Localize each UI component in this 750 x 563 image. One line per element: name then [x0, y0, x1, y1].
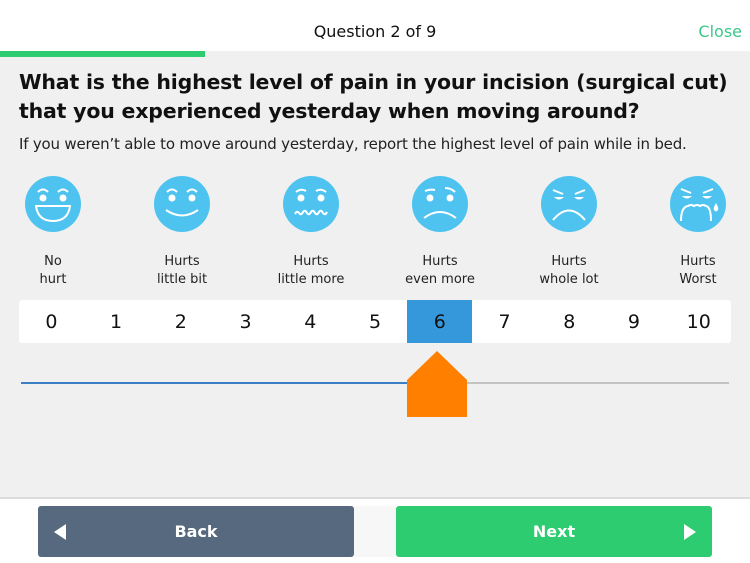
scale-option-1[interactable]: 1 [84, 300, 149, 343]
footer: Back Next [0, 497, 750, 563]
face-option-0: No hurt [0, 175, 108, 289]
back-button-label: Back [174, 522, 218, 541]
scale-option-8[interactable]: 8 [537, 300, 602, 343]
next-button-label: Next [532, 522, 576, 541]
question-hint: If you weren’t able to move around yeste… [19, 135, 687, 153]
face-squinting-frown-icon [541, 176, 597, 232]
face-option-4: Hurts whole lot [514, 175, 624, 289]
header: Question 2 of 9 Close [0, 0, 750, 51]
face-label-line2: Worst [679, 272, 717, 287]
scale-option-2[interactable]: 2 [148, 300, 213, 343]
progress-bar [0, 51, 750, 57]
scale-option-0[interactable]: 0 [19, 300, 84, 343]
close-button[interactable]: Close [698, 22, 742, 41]
question-counter: Question 2 of 9 [313, 22, 437, 41]
face-label-line1: Hurts [422, 254, 458, 269]
face-label-line2: hurt [39, 272, 67, 287]
question-text: What is the highest level of pain in you… [19, 70, 728, 123]
scale-option-9[interactable]: 9 [602, 300, 667, 343]
next-button[interactable]: Next [396, 506, 712, 557]
arrow-left-icon [54, 524, 66, 540]
scale-option-3[interactable]: 3 [213, 300, 278, 343]
slider-fill [21, 382, 440, 384]
face-laughing-icon [25, 176, 81, 232]
progress-fill [0, 51, 205, 57]
face-label-line1: Hurts [680, 254, 716, 269]
face-option-5: Hurts Worst [643, 175, 750, 289]
face-option-1: Hurts little bit [127, 175, 237, 289]
face-label-line2: little more [277, 272, 345, 287]
scale-option-7[interactable]: 7 [472, 300, 537, 343]
face-label-line1: Hurts [293, 254, 329, 269]
scale-option-6[interactable]: 6 [407, 300, 473, 343]
face-frowning-icon [412, 176, 468, 232]
scale-option-10[interactable]: 10 [666, 300, 731, 343]
slider-track[interactable] [21, 382, 729, 384]
face-crying-icon [670, 176, 726, 232]
face-label-line1: Hurts [551, 254, 587, 269]
scale-option-4[interactable]: 4 [278, 300, 343, 343]
face-label-line1: No [44, 254, 62, 269]
back-button[interactable]: Back [38, 506, 354, 557]
face-wavy-mouth-icon [283, 176, 339, 232]
face-option-2: Hurts little more [256, 175, 366, 289]
faces-row: No hurt Hurts little bit Hurts little more [0, 175, 750, 290]
face-label-line2: little bit [156, 272, 208, 287]
scale-option-5[interactable]: 5 [343, 300, 408, 343]
pain-scale: 0 1 2 3 4 5 6 7 8 9 10 [19, 300, 731, 343]
face-label-line1: Hurts [164, 254, 200, 269]
arrow-right-icon [684, 524, 696, 540]
face-label-line2: even more [405, 272, 475, 287]
face-smiling-icon [154, 176, 210, 232]
slider-thumb[interactable] [406, 351, 467, 417]
face-label-line2: whole lot [539, 272, 599, 287]
face-option-3: Hurts even more [385, 175, 495, 289]
